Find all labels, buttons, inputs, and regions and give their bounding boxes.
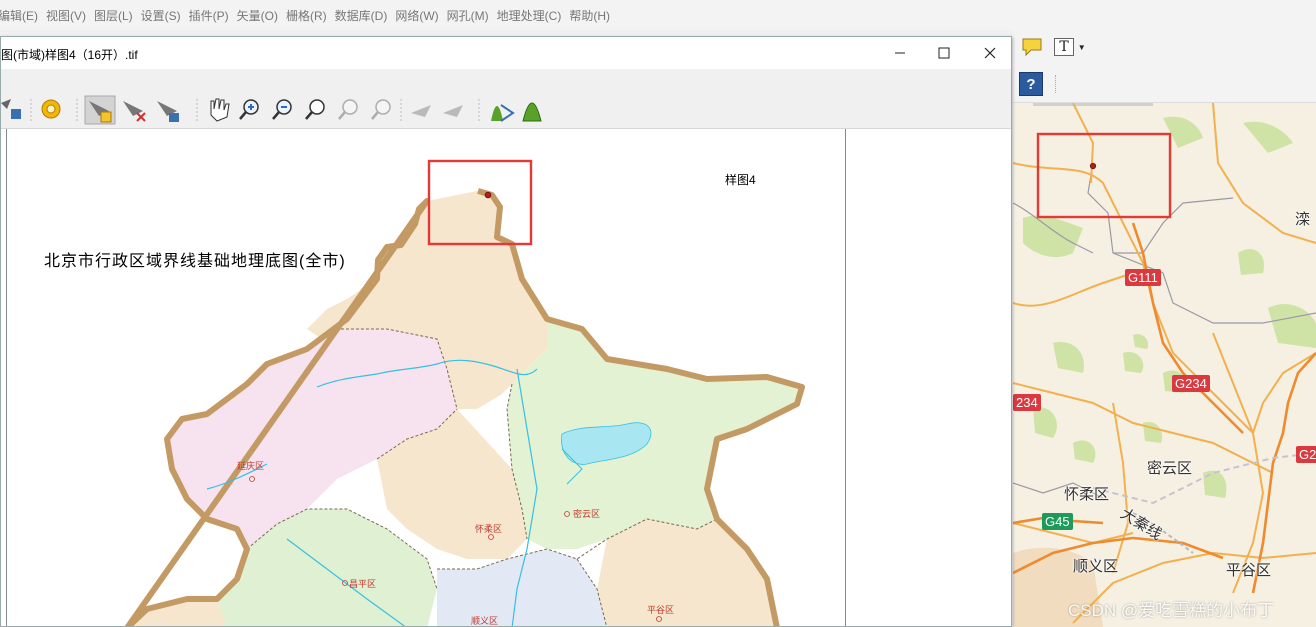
text-tool-label: T <box>1054 38 1074 56</box>
menu-item[interactable]: 地理处理(C) <box>497 7 570 24</box>
window-title: 图(市域)样图4（16开）.tif <box>1 48 138 62</box>
menu-items: 编辑(E) 视图(V) 图层(L) 设置(S) 插件(P) 矢量(O) 栅格(R) 数据库(D… <box>0 7 618 24</box>
scanned-map-graphic <box>124 159 805 626</box>
georeferencer-menu-bar <box>1 69 1011 91</box>
close-button[interactable] <box>967 37 1011 69</box>
menu-item[interactable]: 网孔(M) <box>447 7 497 24</box>
scanned-label-pinggu: 平谷区 <box>647 605 675 615</box>
scanned-label-shunyi: 顺义区 <box>471 616 499 626</box>
scanned-label-miyun: 密云区 <box>573 509 601 519</box>
menu-item[interactable]: 栅格(R) <box>286 7 335 24</box>
save-gcp-icon <box>1 99 21 119</box>
scanned-label-yanqing: 延庆区 <box>237 461 265 471</box>
road-shield-234: 234 <box>1013 394 1041 411</box>
maximize-button[interactable] <box>921 37 967 69</box>
menu-item[interactable]: 数据库(D) <box>335 7 396 24</box>
map-label-shunyi: 顺义区 <box>1073 558 1119 575</box>
road-shield-g234: G234 <box>1172 375 1210 392</box>
basemap-graphic <box>1013 103 1316 627</box>
map-label-huairou: 怀柔区 <box>1064 486 1110 503</box>
menu-item[interactable]: 帮助(H) <box>569 7 618 24</box>
delete-point-icon <box>123 101 146 122</box>
text-annotation-tool[interactable]: T ▼ <box>1053 34 1087 60</box>
georeferencer-window: 图(市域)样图4（16开）.tif 北京市行政区域界线基础地理底图(全市) 样图… <box>0 36 1012 627</box>
link-qgis-icon <box>443 105 463 117</box>
watermark: CSDN @爱吃雪糕的小布丁 <box>1068 601 1275 620</box>
scanned-map-sheet: 北京市行政区域界线基础地理底图(全市) 样图4 延庆区 怀柔区 密云区 昌平区 … <box>6 129 846 626</box>
road-shield-g45: G45 <box>1042 513 1073 530</box>
menu-item[interactable]: 网络(W) <box>395 7 446 24</box>
map-label-pinggu: 平谷区 <box>1226 562 1272 579</box>
georeferencer-canvas[interactable]: 北京市行政区域界线基础地理底图(全市) 样图4 延庆区 怀柔区 密云区 昌平区 … <box>1 129 1011 626</box>
road-shield-g111: G111 <box>1125 269 1161 286</box>
main-toolbar-row-1: T ▼ <box>1013 30 1316 65</box>
main-menu-bar: 编辑(E) 视图(V) 图层(L) 设置(S) 插件(P) 矢量(O) 栅格(R) 数据库(D… <box>0 0 1316 30</box>
georeferencer-toolbar <box>1 91 1011 129</box>
pan-hand-icon <box>210 98 230 122</box>
menu-item[interactable]: 编辑(E) <box>0 7 46 24</box>
map-label-partial-luan: 滦 <box>1295 211 1311 228</box>
settings-gear-icon <box>41 99 61 119</box>
zoom-to-layer-icon <box>305 99 325 120</box>
scanned-sheet-label: 样图4 <box>725 173 756 187</box>
histogram-stretch-icon <box>491 104 515 122</box>
histogram-full-icon <box>522 102 542 122</box>
zoom-next-icon <box>371 99 391 120</box>
toolbar-icons[interactable] <box>1 91 561 129</box>
road-shield-g2: G2 <box>1296 446 1316 463</box>
minimize-button[interactable] <box>877 37 923 69</box>
menu-item[interactable]: 矢量(O) <box>237 7 286 24</box>
menu-item[interactable]: 图层(L) <box>94 7 141 24</box>
reference-gcp-point <box>1089 162 1097 170</box>
chevron-down-icon: ▼ <box>1077 42 1086 52</box>
move-point-icon <box>157 101 179 122</box>
menu-item[interactable]: 视图(V) <box>46 7 94 24</box>
zoom-last-icon <box>338 99 358 120</box>
reference-map-canvas[interactable]: 滦 G111 G234 234 G2 密云区 怀柔区 G45 大秦线 顺义区 平… <box>1013 103 1316 627</box>
georeferencer-title-bar: 图(市域)样图4（16开）.tif <box>1 37 1011 69</box>
scanned-map-title: 北京市行政区域界线基础地理底图(全市) <box>44 253 346 270</box>
toolbar-separator <box>1055 75 1057 93</box>
menu-item[interactable]: 设置(S) <box>141 7 189 24</box>
zoom-out-icon <box>272 99 292 120</box>
zoom-in-icon <box>239 99 259 120</box>
scanned-label-huairou: 怀柔区 <box>475 524 503 534</box>
scanned-label-changping: 昌平区 <box>349 579 377 589</box>
link-georeferencer-icon <box>411 105 431 117</box>
help-icon[interactable]: ? <box>1019 72 1043 96</box>
annotation-icon[interactable] <box>1019 34 1045 60</box>
scanned-gcp-point <box>484 191 492 199</box>
menu-item[interactable]: 插件(P) <box>189 7 237 24</box>
map-label-miyun: 密云区 <box>1147 460 1193 477</box>
main-toolbar-row-2: ? <box>1013 65 1316 103</box>
